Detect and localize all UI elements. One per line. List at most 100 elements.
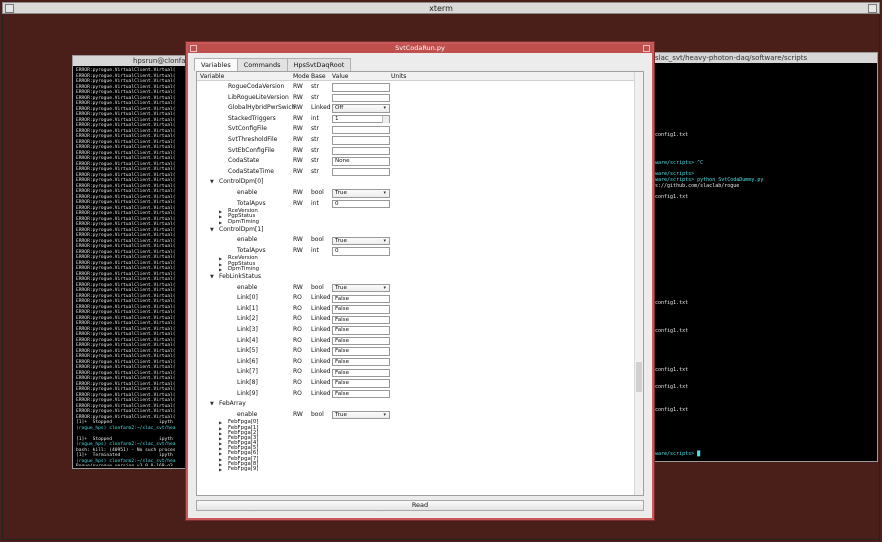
value-spinbox[interactable]: 1 (332, 115, 390, 124)
svtcodarun-window[interactable]: SvtCodaRun.py Variables Commands HpsSvtDaq… (186, 42, 654, 520)
xterm-title-bar[interactable]: xterm (2, 2, 880, 14)
variable-name: enable (237, 236, 258, 244)
tree-variable-row[interactable]: TotalApvs RW int 0 (197, 246, 635, 257)
value-field[interactable]: False (332, 358, 390, 367)
value-field[interactable] (332, 136, 390, 145)
value-field[interactable] (332, 168, 390, 177)
vertical-scrollbar[interactable] (634, 72, 643, 495)
terminal-line: config1.txt (655, 132, 689, 139)
variable-name: Link[9] (237, 389, 258, 397)
tree-variable-row[interactable]: Link[3] RO Linked False (197, 325, 635, 336)
tree-variable-row[interactable]: enable RW bool True (197, 235, 635, 246)
value-field[interactable]: None (332, 157, 390, 166)
window-maximize-button[interactable] (643, 45, 650, 52)
value-field[interactable] (332, 125, 390, 135)
tree-variable-row[interactable]: Link[8] RO Linked False (197, 378, 635, 389)
value-field[interactable]: False (332, 379, 390, 388)
tree-variable-row[interactable]: Link[1] RO Linked False (197, 304, 635, 315)
tree-variable-row[interactable]: Link[0] RO Linked False (197, 293, 635, 304)
variables-tree[interactable]: Variable Mode Base Value Units RogueCoda… (196, 71, 644, 496)
tree-variable-row[interactable]: Link[9] RO Linked False (197, 389, 635, 400)
value-field[interactable]: False (332, 347, 390, 356)
tree-variable-row[interactable]: enable RW bool True (197, 410, 635, 421)
variable-base: str (311, 167, 319, 175)
tree-variable-row[interactable]: GlobalHybridPwrSwich RW Linked Off (197, 103, 635, 114)
tree-group-row[interactable]: ▼ FebLinkStatus (197, 272, 635, 283)
value-field[interactable] (332, 93, 390, 103)
value-field[interactable] (332, 83, 390, 92)
value-field[interactable]: False (332, 336, 390, 346)
tree-variable-row[interactable]: Link[7] RO Linked False (197, 367, 635, 378)
value-field[interactable]: False (332, 294, 390, 303)
variable-mode: RW (293, 246, 303, 254)
desktop: xterm hpsrun@clonfarm2 ERROR:pyrogue.Vir… (0, 0, 882, 542)
tree-variable-row[interactable]: enable RW bool True (197, 188, 635, 199)
value-dropdown[interactable]: True (332, 236, 390, 245)
variable-base: bool (311, 410, 324, 418)
value-field[interactable]: False (332, 326, 390, 335)
scrollbar-thumb[interactable] (636, 362, 642, 392)
window-menu-button[interactable] (190, 45, 197, 52)
tree-variable-row[interactable]: enable RW bool True (197, 283, 635, 294)
header-variable[interactable]: Variable (200, 72, 224, 81)
tree-variable-row[interactable]: SvtThresholdFile RW str (197, 135, 635, 146)
variable-mode: RO (293, 368, 302, 376)
tree-variable-row[interactable]: RogueCodaVersion RW str (197, 82, 635, 93)
variable-base: Linked (311, 357, 331, 365)
expand-down-icon[interactable]: ▼ (210, 272, 214, 283)
tree-variable-row[interactable]: LibRogueLiteVersion RW str (197, 93, 635, 104)
xterm-title: xterm (429, 4, 453, 13)
variable-name: Link[5] (237, 347, 258, 355)
tree-variable-row[interactable]: StackedTriggers RW int 1 (197, 114, 635, 125)
variable-name: StackedTriggers (228, 114, 276, 122)
tab-variables[interactable]: Variables (194, 58, 238, 71)
value-field[interactable]: False (332, 305, 390, 314)
value-dropdown[interactable]: Off (332, 104, 390, 113)
variable-mode: RO (293, 336, 302, 344)
variable-mode: RO (293, 357, 302, 365)
variable-mode: RW (293, 135, 303, 143)
value-dropdown[interactable]: True (332, 411, 390, 420)
header-value[interactable]: Value (332, 72, 348, 81)
tree-variable-row[interactable]: Link[5] RO Linked False (197, 346, 635, 357)
tree-variable-row[interactable]: CodaState RW str None (197, 156, 635, 167)
read-button[interactable]: Read (196, 500, 644, 511)
terminal-line: Rogue/pyrogue version v3.0.0-169-g3 (76, 464, 196, 466)
tab-hpssvtdaqroot[interactable]: HpsSvtDaqRoot (286, 58, 352, 71)
value-field[interactable]: False (332, 389, 390, 399)
value-dropdown[interactable]: True (332, 189, 390, 198)
expand-down-icon[interactable]: ▼ (210, 225, 214, 236)
tab-commands[interactable]: Commands (236, 58, 288, 71)
header-mode[interactable]: Mode (293, 72, 309, 81)
tree-group-row[interactable]: ▼ FebArray (197, 399, 635, 410)
value-field[interactable]: False (332, 315, 390, 325)
variable-mode: RW (293, 199, 303, 207)
tree-group-row[interactable]: ▼ ControlDpm[0] (197, 177, 635, 188)
tree-variable-row[interactable]: SvtEbConfigFile RW str (197, 146, 635, 157)
variable-mode: RW (293, 104, 303, 112)
value-field[interactable]: 0 (332, 247, 390, 256)
value-dropdown[interactable]: True (332, 283, 390, 293)
value-field[interactable]: False (332, 368, 390, 378)
window-title-bar[interactable]: SvtCodaRun.py (188, 44, 652, 53)
header-base[interactable]: Base (311, 72, 326, 81)
left-terminal[interactable]: hpsrun@clonfarm2 ERROR:pyrogue.VirtualCl… (72, 55, 200, 469)
right-terminal[interactable]: slac_svt/heavy-photon-daq/software/scrip… (650, 52, 878, 462)
value-field[interactable] (332, 146, 390, 156)
tree-variable-row[interactable]: Link[6] RO Linked False (197, 357, 635, 368)
tree-header: Variable Mode Base Value Units (197, 72, 643, 81)
expand-right-icon[interactable]: ▶ (219, 467, 222, 472)
value-field[interactable]: 0 (332, 199, 390, 209)
expand-down-icon[interactable]: ▼ (210, 399, 214, 410)
header-units[interactable]: Units (391, 72, 406, 81)
tree-variable-row[interactable]: CodaStateTime RW str (197, 167, 635, 178)
tree-group-row[interactable]: ▼ ControlDpm[1] (197, 225, 635, 236)
expand-down-icon[interactable]: ▼ (210, 177, 214, 188)
tree-variable-row[interactable]: Link[4] RO Linked False (197, 336, 635, 347)
tree-variable-row[interactable]: TotalApvs RW int 0 (197, 199, 635, 210)
tree-group-row[interactable]: ▶ FebFpga[9] (197, 466, 635, 472)
tree-variable-row[interactable]: Link[2] RO Linked False (197, 314, 635, 325)
tree-variable-row[interactable]: SvtConfigFile RW str (197, 124, 635, 135)
variable-mode: RO (293, 347, 302, 355)
xterm-maximize-button[interactable] (868, 4, 877, 13)
